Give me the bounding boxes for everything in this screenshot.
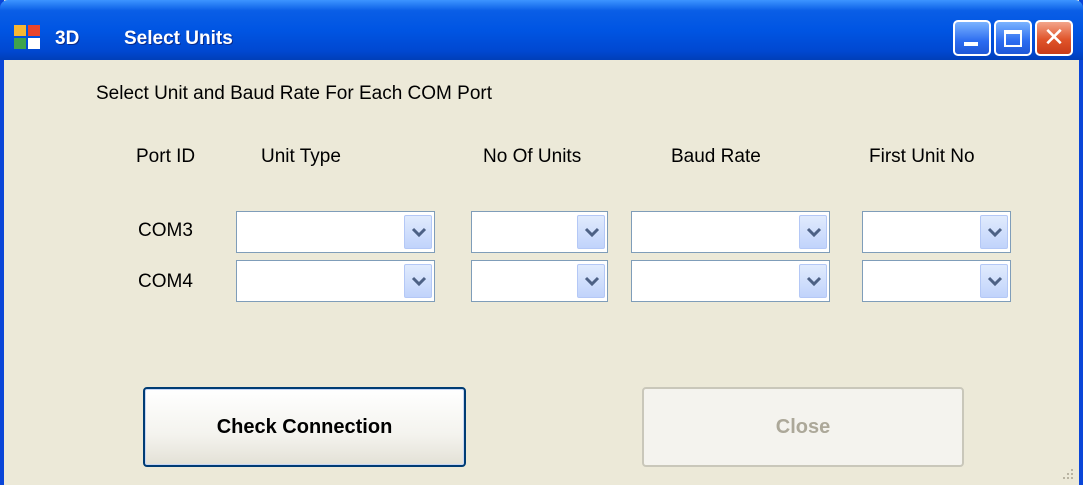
chevron-down-icon [584,276,600,287]
dropdown-button[interactable] [404,215,432,249]
chevron-down-icon [987,227,1003,238]
app-icon-part [14,38,26,49]
baud-rate-select-com3[interactable] [631,211,830,253]
window-title-prefix: 3D [55,28,80,49]
maximize-button[interactable] [994,20,1032,56]
column-header-first-unit-no: First Unit No [869,146,975,167]
port-label-com3: COM3 [138,220,193,241]
app-icon-part [28,38,40,49]
unit-type-select-com4[interactable] [236,260,435,302]
column-header-baud-rate: Baud Rate [671,146,761,167]
no-of-units-select-com3[interactable] [471,211,608,253]
dropdown-button[interactable] [799,264,827,298]
no-of-units-select-com4[interactable] [471,260,608,302]
baud-rate-select-com4[interactable] [631,260,830,302]
dropdown-button[interactable] [980,215,1008,249]
maximize-icon [1004,30,1022,47]
check-connection-button[interactable]: Check Connection [143,387,466,467]
first-unit-no-select-com3[interactable] [862,211,1011,253]
dropdown-button[interactable] [404,264,432,298]
column-header-no-of-units: No Of Units [483,146,582,167]
chevron-down-icon [806,276,822,287]
port-label-com4: COM4 [138,271,193,292]
app-icon-part [28,25,40,36]
chevron-down-icon [806,227,822,238]
dialog-content: Select Unit and Baud Rate For Each COM P… [4,60,1079,485]
column-header-port-id: Port ID [136,146,196,167]
window-title: Select Units [124,28,233,49]
chevron-down-icon [411,227,427,238]
chevron-down-icon [987,276,1003,287]
dropdown-button[interactable] [577,215,605,249]
chevron-down-icon [584,227,600,238]
title-bar[interactable]: 3D Select Units ✕ [0,0,1083,60]
dropdown-button[interactable] [980,264,1008,298]
select-units-window: 3D Select Units ✕ Select Unit and Baud R… [0,0,1083,485]
app-icon[interactable] [14,25,42,51]
dropdown-button[interactable] [577,264,605,298]
first-unit-no-select-com4[interactable] [862,260,1011,302]
chevron-down-icon [411,276,427,287]
close-window-button[interactable]: ✕ [1035,20,1073,56]
instruction-heading: Select Unit and Baud Rate For Each COM P… [96,83,493,104]
resize-grip-icon[interactable] [1061,467,1075,481]
unit-type-select-com3[interactable] [236,211,435,253]
dropdown-button[interactable] [799,215,827,249]
minimize-icon [964,42,978,46]
close-icon: ✕ [1043,23,1065,53]
minimize-button[interactable] [953,20,991,56]
close-button[interactable]: Close [642,387,964,467]
app-icon-part [14,25,26,36]
column-header-unit-type: Unit Type [261,146,341,167]
